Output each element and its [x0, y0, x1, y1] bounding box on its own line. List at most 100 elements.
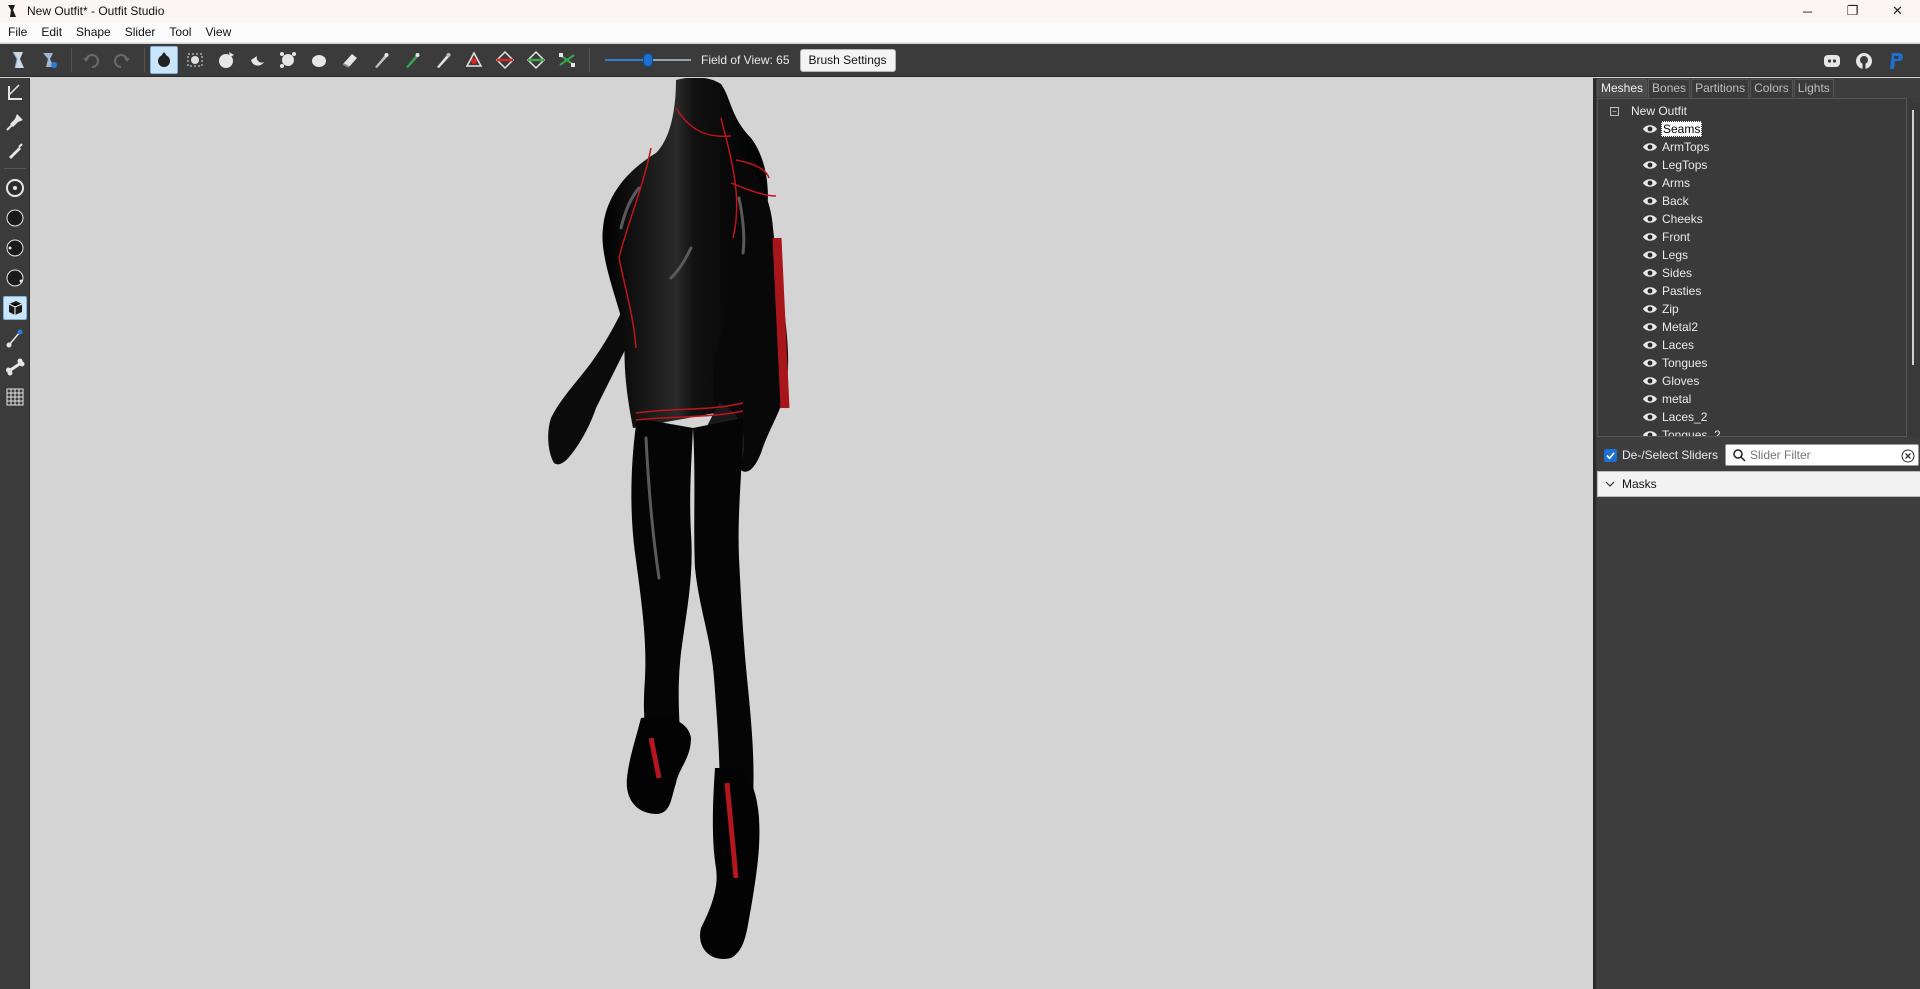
3d-viewport[interactable]: [31, 78, 1592, 989]
eye-icon[interactable]: [1642, 285, 1658, 297]
grid-icon[interactable]: [3, 385, 27, 409]
menu-tool[interactable]: Tool: [169, 25, 191, 39]
load-reference-icon[interactable]: [35, 46, 63, 74]
menu-slider[interactable]: Slider: [125, 25, 156, 39]
eye-icon[interactable]: [1642, 267, 1658, 279]
edge-tool-icon[interactable]: [3, 326, 27, 350]
mesh-row[interactable]: Front: [1642, 228, 1691, 246]
pivot-icon[interactable]: [3, 110, 27, 134]
eye-icon[interactable]: [1642, 123, 1658, 135]
inflate-brush-icon[interactable]: [212, 46, 240, 74]
redo-icon[interactable]: [108, 46, 136, 74]
select-mode-icon[interactable]: [3, 296, 27, 320]
color-brush-icon[interactable]: [398, 46, 426, 74]
mesh-row[interactable]: Back: [1642, 192, 1690, 210]
github-icon[interactable]: [1850, 47, 1878, 75]
menu-shape[interactable]: Shape: [76, 25, 111, 39]
mesh-row[interactable]: Pasties: [1642, 282, 1702, 300]
eye-icon[interactable]: [1642, 393, 1658, 405]
undiff-brush-icon[interactable]: [336, 46, 364, 74]
mesh-row[interactable]: Laces: [1642, 336, 1695, 354]
move-brush-icon[interactable]: [274, 46, 302, 74]
bone-tool-icon[interactable]: [3, 355, 27, 379]
eye-icon[interactable]: [1642, 375, 1658, 387]
brush-size-1-icon[interactable]: [3, 176, 27, 200]
mesh-row[interactable]: Cheeks: [1642, 210, 1704, 228]
eye-icon[interactable]: [1642, 231, 1658, 243]
eye-icon[interactable]: [1642, 177, 1658, 189]
mesh-tree[interactable]: − New Outfit Seams ArmTops LegTops Arms Back…: [1597, 98, 1909, 437]
mesh-row[interactable]: Zip: [1642, 300, 1680, 318]
mesh-row[interactable]: Seams: [1642, 120, 1703, 138]
clear-icon[interactable]: [1901, 449, 1915, 463]
paypal-icon[interactable]: [1882, 47, 1910, 75]
menu-view[interactable]: View: [205, 25, 231, 39]
undo-icon[interactable]: [77, 46, 105, 74]
menu-file[interactable]: File: [8, 25, 27, 39]
slider-filter-input[interactable]: [1750, 448, 1890, 462]
tab-colors[interactable]: Colors: [1750, 79, 1793, 97]
maximize-button[interactable]: ❐: [1830, 0, 1875, 22]
eye-icon[interactable]: [1642, 213, 1658, 225]
fov-slider-thumb[interactable]: [643, 53, 653, 67]
discord-icon[interactable]: [1818, 47, 1846, 75]
deflate-brush-icon[interactable]: [243, 46, 271, 74]
mesh-row[interactable]: Gloves: [1642, 372, 1700, 390]
vertex-select-icon[interactable]: [3, 139, 27, 163]
eye-icon[interactable]: [1642, 411, 1658, 423]
split-edge-icon[interactable]: [522, 46, 550, 74]
tab-bones[interactable]: Bones: [1648, 79, 1691, 97]
mask-brush-icon[interactable]: [181, 46, 209, 74]
mesh-row[interactable]: Tongues: [1642, 354, 1708, 372]
delete-vertex-icon[interactable]: [553, 46, 581, 74]
model-left-leg: [631, 418, 693, 746]
mesh-row[interactable]: Laces_2: [1642, 408, 1708, 426]
mesh-label: Back: [1662, 194, 1689, 208]
mesh-row[interactable]: Metal2: [1642, 318, 1699, 336]
select-brush-icon[interactable]: [150, 46, 178, 74]
mesh-label: Metal2: [1662, 320, 1699, 334]
smooth-brush-icon[interactable]: [305, 46, 333, 74]
mesh-row[interactable]: metal: [1642, 390, 1692, 408]
scrollbar-thumb[interactable]: [1912, 110, 1914, 365]
tab-partitions[interactable]: Partitions: [1691, 79, 1750, 97]
tab-meshes[interactable]: Meshes: [1597, 79, 1648, 97]
mesh-row[interactable]: Arms: [1642, 174, 1691, 192]
eye-icon[interactable]: [1642, 249, 1658, 261]
menu-edit[interactable]: Edit: [41, 25, 62, 39]
outfit-logo-icon[interactable]: [4, 46, 32, 74]
eye-icon[interactable]: [1642, 159, 1658, 171]
eye-icon[interactable]: [1642, 339, 1658, 351]
tree-root[interactable]: − New Outfit: [1610, 102, 1687, 120]
brush-size-2-icon[interactable]: [3, 206, 27, 230]
eye-icon[interactable]: [1642, 195, 1658, 207]
eye-icon[interactable]: [1642, 303, 1658, 315]
eye-icon[interactable]: [1642, 357, 1658, 369]
mesh-tree-scrollbar[interactable]: [1906, 98, 1920, 437]
mesh-row[interactable]: LegTops: [1642, 156, 1708, 174]
weight-brush-icon[interactable]: [367, 46, 395, 74]
masks-section-header[interactable]: Masks: [1597, 471, 1920, 497]
mesh-row[interactable]: Sides: [1642, 264, 1693, 282]
collapse-icon[interactable]: −: [1610, 106, 1619, 116]
mesh-row[interactable]: Tongues_2: [1642, 426, 1722, 437]
collapse-vertex-icon[interactable]: [460, 46, 488, 74]
transform-icon[interactable]: [3, 81, 27, 105]
eye-icon[interactable]: [1642, 429, 1658, 437]
brush-settings-button[interactable]: Brush Settings: [799, 48, 896, 72]
eye-icon[interactable]: [1642, 141, 1658, 153]
close-button[interactable]: ✕: [1875, 0, 1920, 22]
deselect-sliders-checkbox[interactable]: [1604, 448, 1617, 462]
brush-size-4-icon[interactable]: [3, 266, 27, 290]
mesh-label: Tongues_2: [1662, 428, 1721, 437]
minimize-button[interactable]: ─: [1785, 0, 1830, 22]
flip-edge-icon[interactable]: [491, 46, 519, 74]
mesh-row[interactable]: ArmTops: [1642, 138, 1710, 156]
mesh-row[interactable]: Legs: [1642, 246, 1689, 264]
brush-size-3-icon[interactable]: [3, 236, 27, 260]
field-of-view-slider[interactable]: [605, 46, 691, 74]
slider-filter-field[interactable]: [1725, 444, 1919, 466]
eye-icon[interactable]: [1642, 321, 1658, 333]
alpha-brush-icon[interactable]: [429, 46, 457, 74]
tab-lights[interactable]: Lights: [1793, 79, 1834, 97]
